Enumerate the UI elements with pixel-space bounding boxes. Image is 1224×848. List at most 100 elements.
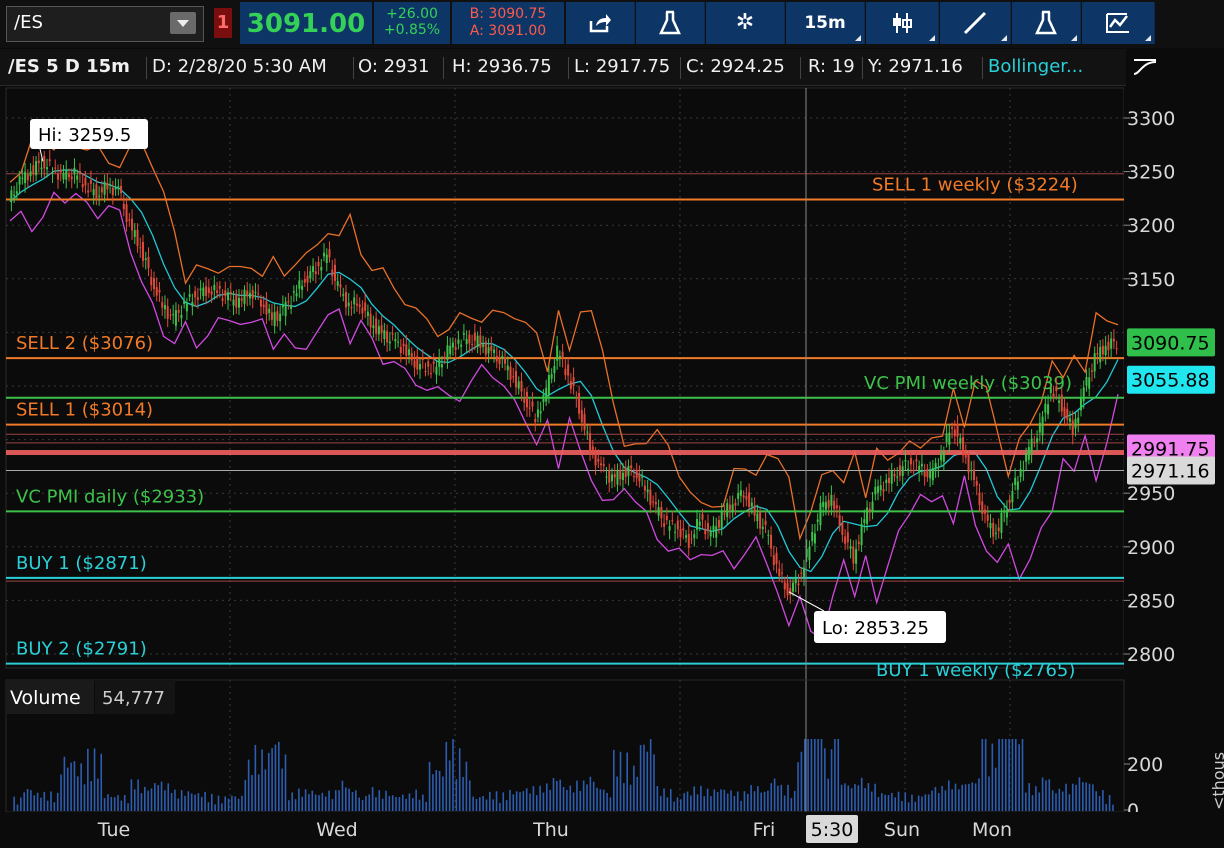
volume-bar: [629, 784, 632, 811]
volume-bar: [830, 749, 833, 811]
candle-body: [920, 463, 923, 467]
drawing-tools-button[interactable]: [940, 2, 1011, 44]
volume-bar: [639, 745, 642, 811]
candle-body: [997, 527, 1000, 532]
volume-bar: [978, 778, 980, 811]
volume-bar: [703, 796, 706, 811]
candle-body: [73, 167, 76, 175]
candle-body: [427, 361, 430, 367]
candle-body: [835, 505, 838, 509]
candle-body: [849, 546, 852, 549]
volume-bar: [318, 795, 320, 811]
volume-bar: [867, 783, 870, 811]
volume-bar: [696, 794, 699, 811]
volume-bar: [137, 779, 139, 811]
symbol-input[interactable]: /ES: [14, 12, 43, 33]
volume-bar: [1051, 790, 1054, 811]
volume-bar: [472, 796, 474, 811]
volume-bar: [646, 751, 649, 811]
symbol-period-label[interactable]: /ES 5 D 15m: [8, 55, 130, 79]
time-tick-label: Fri: [753, 819, 776, 841]
volume-bar: [174, 789, 176, 811]
candle-body: [1090, 370, 1093, 372]
settings-button[interactable]: ✲: [706, 2, 785, 44]
volume-bar: [452, 739, 454, 811]
candle-body: [169, 314, 172, 316]
study-label[interactable]: Bollinger...: [988, 55, 1083, 79]
volume-bar: [26, 789, 29, 811]
candle-body: [698, 521, 701, 526]
candle-body: [882, 489, 885, 492]
candle-body: [879, 485, 882, 491]
candle-body: [419, 364, 422, 370]
symbol-dropdown-button[interactable]: [170, 12, 196, 34]
candle-body: [114, 187, 117, 190]
candle-body: [185, 303, 188, 312]
candle-body: [1016, 481, 1019, 490]
candle-body: [224, 290, 227, 297]
candle-body: [325, 254, 328, 264]
volume-bar: [87, 748, 89, 811]
volume-bar: [284, 754, 287, 811]
link-group-badge[interactable]: 1: [214, 8, 232, 38]
studies-button[interactable]: [636, 2, 705, 44]
volume-bar: [30, 790, 32, 811]
volume-bar: [274, 744, 277, 811]
candle-body: [454, 347, 457, 350]
candle-body: [353, 297, 356, 305]
volume-bar: [817, 739, 819, 811]
patterns-button[interactable]: [1082, 2, 1155, 44]
volume-bar: [365, 796, 367, 811]
studies-menu-button[interactable]: [1012, 2, 1081, 44]
volume-bar: [984, 739, 987, 811]
price-tick-label: 3200: [1127, 215, 1175, 237]
candle-body: [959, 437, 962, 444]
candle-body: [29, 171, 32, 177]
volume-bar: [904, 792, 907, 811]
candle-body: [218, 286, 221, 289]
volume-bar: [311, 790, 314, 811]
volume-bar: [613, 749, 615, 811]
candle-body: [78, 170, 81, 174]
candle-body: [457, 339, 460, 344]
bid-ask: B: 3090.75 A: 3091.00: [452, 2, 564, 44]
volume-bar: [448, 760, 451, 811]
volume-bar: [958, 789, 960, 811]
volume-bar: [881, 793, 883, 811]
candle-body: [975, 480, 978, 486]
candle-body: [824, 502, 827, 510]
candle-body: [270, 312, 273, 320]
toolbar: /ES 1 3091.00 +26.00 +0.85% B: 3090.75 A…: [0, 0, 1224, 48]
candle-body: [605, 476, 608, 478]
dropdown-corner-icon: [1145, 35, 1151, 41]
chart-settings-button[interactable]: [1126, 49, 1164, 85]
chart-style-button[interactable]: [866, 2, 939, 44]
volume-bar: [740, 800, 742, 811]
candle-body: [693, 534, 696, 539]
candle-body: [745, 496, 748, 500]
candle-body: [460, 344, 463, 347]
volume-bar: [278, 741, 280, 811]
candle-body: [87, 190, 90, 193]
candle-body: [545, 387, 548, 402]
volume-bar: [626, 752, 628, 811]
high-annotation-label: Hi: 3259.5: [38, 125, 131, 146]
volume-bar: [224, 796, 226, 811]
candle-body: [76, 175, 79, 180]
price-chart[interactable]: SELL 1 weekly ($3224) SELL 2 ($3076) VC PM…: [0, 86, 1224, 848]
timeframe-selector[interactable]: 15m: [786, 2, 865, 44]
candle-body: [616, 470, 619, 485]
volume-bar: [455, 779, 458, 811]
volume-bar: [787, 784, 789, 811]
volume-bar: [770, 783, 773, 811]
bar-open: O: 2931: [358, 56, 430, 77]
candle-body: [907, 468, 910, 472]
volume-bar: [954, 783, 957, 811]
volume-bar: [489, 791, 491, 811]
volume-bar: [720, 789, 722, 811]
share-button[interactable]: [566, 2, 635, 44]
volume-bar: [247, 759, 250, 811]
candle-body: [26, 174, 29, 181]
candle-body: [1011, 491, 1014, 503]
candle-body: [904, 459, 907, 462]
